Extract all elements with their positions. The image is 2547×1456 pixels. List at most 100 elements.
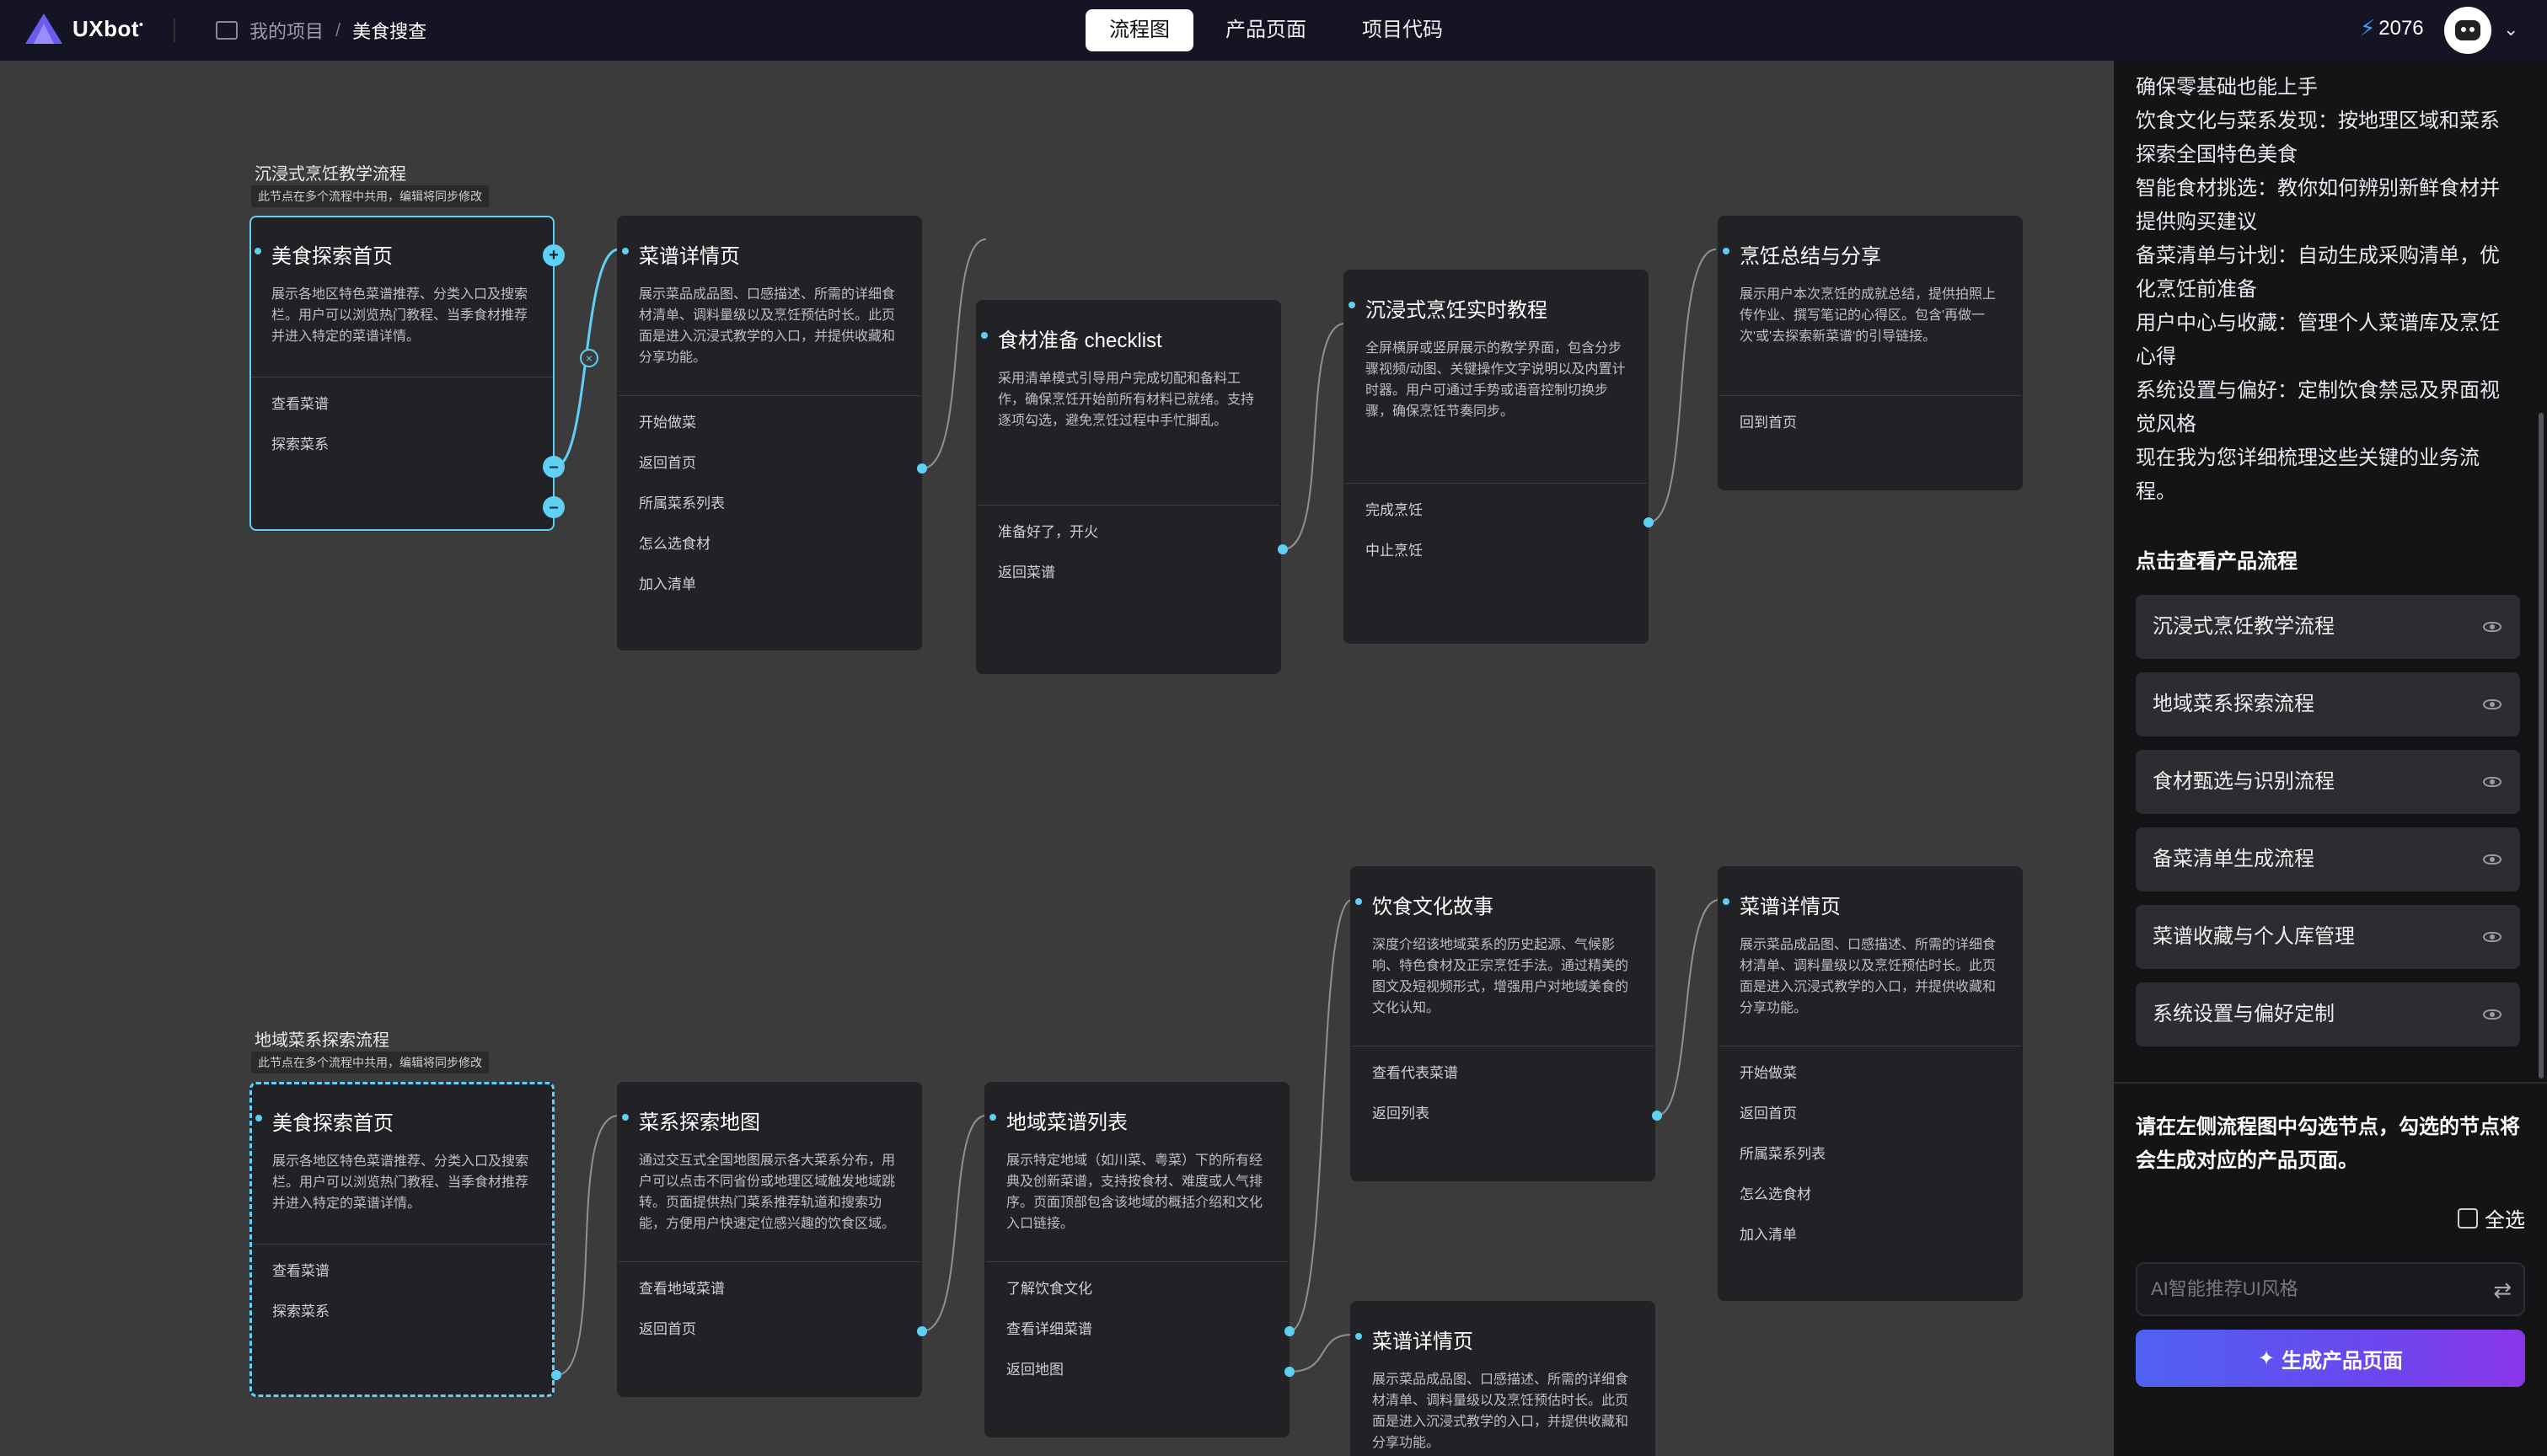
node-title: 烹饪总结与分享 — [1719, 217, 2021, 269]
node-action[interactable]: 返回首页 — [639, 1309, 900, 1350]
output-port[interactable] — [917, 463, 927, 474]
selection-instruction: 请在左侧流程图中勾选节点，勾选的节点将会生成对应的产品页面。 — [2136, 1116, 2520, 1172]
breadcrumb-root[interactable]: 我的项目 — [249, 17, 324, 44]
flow-canvas[interactable]: 沉浸式烹饪教学流程 此节点在多个流程中共用，编辑将同步修改 美食探索首页 展示各… — [0, 61, 2114, 1456]
flow-item-favorites[interactable]: 菜谱收藏与个人库管理 — [2136, 905, 2520, 969]
view-tabs: 流程图 产品页面 项目代码 — [1086, 9, 1475, 51]
node-food-home-shared[interactable]: 美食探索首页 展示各地区特色菜谱推荐、分类入口及搜索栏。用户可以浏览热门教程、当… — [249, 1082, 555, 1397]
node-description: 展示菜品成品图、口感描述、所需的详细食材清单、调料量级以及烹饪预估时长。此页面是… — [1740, 938, 1997, 1015]
node-action[interactable]: 查看地域菜谱 — [639, 1269, 900, 1309]
node-action[interactable]: 返回首页 — [639, 443, 900, 484]
sparkle-icon: ✦ — [2257, 1346, 2276, 1370]
output-port[interactable] — [1278, 544, 1288, 554]
node-action[interactable]: 查看详细菜谱 — [1006, 1309, 1268, 1350]
node-action[interactable]: 中止烹饪 — [1365, 531, 1627, 571]
message-line: 系统设置与偏好：定制饮食禁忌及界面视觉风格 — [2136, 379, 2500, 436]
output-port[interactable] — [917, 1326, 927, 1336]
panel-divider — [2114, 1082, 2547, 1084]
uxbot-logo-icon — [25, 13, 62, 44]
message-line: 智能食材挑选：教你如何辨别新鲜食材并提供购买建议 — [2136, 177, 2500, 233]
output-port[interactable] — [1284, 1326, 1295, 1336]
node-description: 展示菜品成品图、口感描述、所需的详细食材清单、调料量级以及烹饪预估时长。此页面是… — [1372, 1373, 1629, 1450]
output-port[interactable] — [551, 1370, 561, 1380]
node-action[interactable]: 返回列表 — [1372, 1094, 1633, 1134]
node-title: 菜系探索地图 — [619, 1084, 920, 1135]
node-title: 美食探索首页 — [252, 1084, 552, 1136]
node-recipe-detail-b[interactable]: 菜谱详情页 展示菜品成品图、口感描述、所需的详细食材清单、调料量级以及烹饪预估时… — [1718, 866, 2023, 1301]
node-action[interactable]: 所属菜系列表 — [639, 484, 900, 524]
chevron-down-icon[interactable]: ⌄ — [2503, 19, 2518, 40]
eye-icon[interactable] — [2483, 699, 2501, 709]
breadcrumb-current: 美食搜查 — [352, 21, 427, 42]
output-port[interactable] — [1643, 517, 1654, 527]
node-regional-recipe-list[interactable]: 地域菜谱列表 展示特定地域（如川菜、粤菜）下的所有经典及创新菜谱，支持按食材、难… — [984, 1082, 1290, 1437]
checkbox-icon[interactable] — [2458, 1207, 2478, 1228]
node-description: 展示各地区特色菜谱推荐、分类入口及搜索栏。用户可以浏览热门教程、当季食材推荐并进… — [271, 287, 528, 344]
node-cooking-summary[interactable]: 烹饪总结与分享 展示用户本次烹饪的成就总结，提供拍照上传作业、撰写笔记的心得区。… — [1718, 216, 2023, 490]
node-action[interactable]: 探索菜系 — [272, 1292, 532, 1332]
ai-style-input[interactable] — [2137, 1264, 2475, 1314]
breadcrumb: 我的项目 / 美食搜查 — [216, 17, 426, 44]
node-ingredient-checklist[interactable]: 食材准备 checklist 采用清单模式引导用户完成切配和备料工作，确保烹饪开… — [976, 300, 1281, 674]
node-description: 深度介绍该地域菜系的历史起源、气候影响、特色食材及正宗烹饪手法。通过精美的图文及… — [1372, 938, 1629, 1015]
flow-title-immersive: 沉浸式烹饪教学流程 — [255, 165, 406, 184]
node-action[interactable]: 怎么选食材 — [639, 524, 900, 565]
flow-item-prep-list[interactable]: 备菜清单生成流程 — [2136, 827, 2520, 891]
node-action[interactable]: 回到首页 — [1740, 403, 2001, 443]
node-live-tutorial[interactable]: 沉浸式烹饪实时教程 全屏横屏或竖屏展示的教学界面，包含分步骤视频/动图、关键操作… — [1343, 270, 1649, 644]
credits-counter[interactable]: ⚡ 2076 — [2360, 15, 2424, 41]
generate-pages-button[interactable]: ✦ 生成产品页面 — [2136, 1330, 2525, 1387]
node-action[interactable]: 返回首页 — [1740, 1094, 2001, 1134]
swap-icon[interactable]: ⇄ — [2493, 1277, 2512, 1303]
flow-item-immersive-cooking[interactable]: 沉浸式烹饪教学流程 — [2136, 595, 2520, 659]
topbar-divider — [174, 19, 175, 42]
avatar[interactable] — [2444, 7, 2491, 54]
node-action[interactable]: 加入清单 — [1740, 1215, 2001, 1255]
node-recipe-detail-c[interactable]: 菜谱详情页 展示菜品成品图、口感描述、所需的详细食材清单、调料量级以及烹饪预估时… — [1350, 1301, 1655, 1456]
node-title: 沉浸式烹饪实时教程 — [1345, 271, 1647, 323]
node-action[interactable]: 所属菜系列表 — [1740, 1134, 2001, 1175]
remove-link-icon[interactable]: × — [580, 349, 598, 367]
node-food-home[interactable]: 美食探索首页 展示各地区特色菜谱推荐、分类入口及搜索栏。用户可以浏览热门教程、当… — [249, 216, 555, 531]
flow-list-heading: 点击查看产品流程 — [2136, 550, 2298, 573]
node-action[interactable]: 开始做菜 — [639, 403, 900, 443]
panel-scrollbar[interactable] — [2539, 413, 2544, 1079]
node-action[interactable]: 怎么选食材 — [1740, 1175, 2001, 1215]
add-node-icon[interactable]: + — [543, 244, 565, 266]
eye-icon[interactable] — [2483, 854, 2501, 864]
flow-item-label: 食材甄选与识别流程 — [2153, 770, 2335, 793]
tab-project-code[interactable]: 项目代码 — [1338, 9, 1467, 51]
eye-icon[interactable] — [2483, 932, 2501, 942]
eye-icon[interactable] — [2483, 1009, 2501, 1020]
tab-product-pages[interactable]: 产品页面 — [1202, 9, 1330, 51]
flow-item-settings[interactable]: 系统设置与偏好定制 — [2136, 982, 2520, 1046]
node-food-culture-story[interactable]: 饮食文化故事 深度介绍该地域菜系的历史起源、气候影响、特色食材及正宗烹饪手法。通… — [1350, 866, 1655, 1181]
output-port[interactable] — [1652, 1111, 1662, 1121]
node-action[interactable]: 准备好了，开火 — [998, 512, 1259, 553]
node-action[interactable]: 开始做菜 — [1740, 1053, 2001, 1094]
node-action[interactable]: 返回地图 — [1006, 1350, 1268, 1390]
node-action[interactable]: 探索菜系 — [271, 425, 533, 465]
node-action[interactable]: 查看菜谱 — [271, 384, 533, 425]
eye-icon[interactable] — [2483, 777, 2501, 787]
connector-port-icon[interactable]: – — [543, 456, 565, 478]
select-all-checkbox[interactable]: 全选 — [2458, 1203, 2525, 1233]
node-cuisine-map[interactable]: 菜系探索地图 通过交互式全国地图展示各大菜系分布，用户可以点击不同省份或地理区域… — [617, 1082, 922, 1397]
shared-node-note: 此节点在多个流程中共用，编辑将同步修改 — [251, 185, 489, 207]
node-action[interactable]: 加入清单 — [639, 565, 900, 605]
select-all-label: 全选 — [2485, 1209, 2525, 1232]
node-action[interactable]: 完成烹饪 — [1365, 490, 1627, 531]
node-action[interactable]: 了解饮食文化 — [1006, 1269, 1268, 1309]
flow-item-regional-cuisine[interactable]: 地域菜系探索流程 — [2136, 672, 2520, 736]
flow-item-ingredient-selection[interactable]: 食材甄选与识别流程 — [2136, 750, 2520, 814]
logo[interactable]: UXbot• — [24, 12, 143, 46]
output-port[interactable] — [1284, 1367, 1295, 1377]
node-action[interactable]: 查看代表菜谱 — [1372, 1053, 1633, 1094]
node-action[interactable]: 查看菜谱 — [272, 1251, 532, 1292]
connector-port-icon[interactable]: – — [543, 496, 565, 518]
node-recipe-detail[interactable]: 菜谱详情页 展示菜品成品图、口感描述、所需的详细食材清单、调料量级以及烹饪预估时… — [617, 216, 922, 650]
node-title: 菜谱详情页 — [1352, 1303, 1654, 1354]
tab-flowchart[interactable]: 流程图 — [1086, 9, 1193, 51]
eye-icon[interactable] — [2483, 622, 2501, 632]
node-action[interactable]: 返回菜谱 — [998, 553, 1259, 593]
